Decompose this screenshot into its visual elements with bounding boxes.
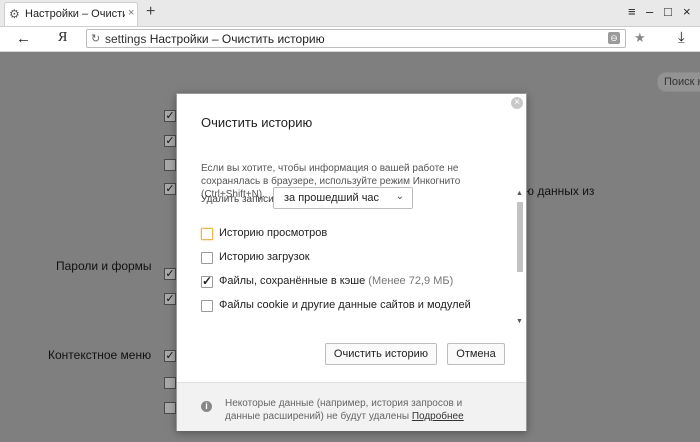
new-tab-button[interactable]: + xyxy=(146,3,155,21)
bg-checkbox: ✓ xyxy=(164,268,176,280)
bg-checkbox: ✓ xyxy=(164,110,176,122)
time-range-select[interactable]: за прошедший час ⌄ xyxy=(273,187,413,209)
refresh-icon[interactable]: ↻ xyxy=(91,32,100,45)
more-info-link[interactable]: Подробнее xyxy=(412,411,464,422)
dialog-close-icon[interactable]: × xyxy=(511,97,523,109)
option-browsing-history[interactable]: Историю просмотров xyxy=(201,226,361,242)
bg-checkbox: ✓ xyxy=(164,183,176,195)
scrollbar-thumb[interactable] xyxy=(517,202,523,272)
checkbox-cookies[interactable] xyxy=(201,300,213,312)
settings-search-input[interactable]: Поиск н xyxy=(657,72,700,92)
options-scrollbar[interactable]: ▲ ▼ xyxy=(516,190,524,325)
option-label: Историю загрузок xyxy=(219,251,310,263)
bg-section-context-menu: Контекстное меню xyxy=(48,348,152,362)
info-icon: i xyxy=(201,401,212,412)
bg-section-passwords: Пароли и формы xyxy=(56,259,152,273)
address-toolbar: ← Я ↻ settings Настройки – Очистить исто… xyxy=(0,27,700,52)
yandex-logo[interactable]: Я xyxy=(58,30,67,46)
scroll-up-arrow-icon[interactable]: ▲ xyxy=(516,190,523,197)
url-protocol: settings xyxy=(105,32,147,46)
checkbox-download-history[interactable] xyxy=(201,252,213,264)
gear-icon: ⚙ xyxy=(9,7,20,21)
tab-title: Настройки – Очистить и xyxy=(25,8,125,20)
cache-size-text: (Менее 72,9 МБ) xyxy=(368,275,454,287)
clear-history-dialog: × Очистить историю Если вы хотите, чтобы… xyxy=(176,93,527,431)
protect-extension-icon[interactable]: ⊖ xyxy=(608,32,620,44)
cancel-button[interactable]: Отмена xyxy=(447,343,505,365)
bg-checkbox: ✓ xyxy=(164,350,176,362)
time-range-value: за прошедший час xyxy=(284,192,380,204)
chevron-down-icon: ⌄ xyxy=(395,191,404,202)
scroll-down-arrow-icon[interactable]: ▼ xyxy=(516,318,523,325)
checkbox-cached-files[interactable]: ✓ xyxy=(201,275,213,288)
bg-checkbox xyxy=(164,159,176,171)
option-label: Файлы cookie и другие данные сайтов и мо… xyxy=(219,299,471,311)
dialog-footer: i Некоторые данные (например, история за… xyxy=(177,382,526,431)
browser-tab-settings[interactable]: ⚙ Настройки – Очистить и × xyxy=(4,2,138,26)
bg-checkbox: ✓ xyxy=(164,135,176,147)
bookmark-star-icon[interactable]: ★ xyxy=(634,30,646,46)
maximize-icon[interactable]: □ xyxy=(664,4,672,19)
option-cached-files[interactable]: ✓ Файлы, сохранённые в кэше (Менее 72,9 … xyxy=(201,274,491,290)
bg-checkbox xyxy=(164,402,176,414)
footer-note: Некоторые данные (например, история запр… xyxy=(225,397,495,423)
option-download-history[interactable]: Историю загрузок xyxy=(201,250,361,266)
address-field[interactable]: ↻ settings Настройки – Очистить историю … xyxy=(86,29,626,48)
bg-checkbox: ✓ xyxy=(164,293,176,305)
bg-partial-text: ю данных из xyxy=(525,184,595,198)
dialog-title: Очистить историю xyxy=(201,115,313,130)
tab-bar: ⚙ Настройки – Очистить и × + ≡ – □ × xyxy=(0,0,700,27)
range-label: Удалить записи: xyxy=(201,194,277,205)
checkbox-browsing-history[interactable] xyxy=(201,228,213,240)
option-label: Файлы, сохранённые в кэше (Менее 72,9 МБ… xyxy=(219,275,453,287)
option-cookies[interactable]: Файлы cookie и другие данные сайтов и мо… xyxy=(201,298,491,314)
clear-history-button[interactable]: Очистить историю xyxy=(325,343,437,365)
back-arrow-icon[interactable]: ← xyxy=(16,30,31,47)
bg-checkbox xyxy=(164,377,176,389)
window-close-icon[interactable]: × xyxy=(683,4,691,19)
option-label-text: Файлы, сохранённые в кэше xyxy=(219,275,366,287)
url-page-title: Настройки – Очистить историю xyxy=(149,32,325,46)
option-label: Историю просмотров xyxy=(219,227,328,239)
url-text: settings Настройки – Очистить историю xyxy=(105,32,325,46)
download-icon[interactable]: ⤓ xyxy=(678,29,685,46)
tab-close-icon[interactable]: × xyxy=(128,7,134,19)
minimize-icon[interactable]: – xyxy=(646,4,653,19)
browser-menu-icon[interactable]: ≡ xyxy=(628,4,636,19)
